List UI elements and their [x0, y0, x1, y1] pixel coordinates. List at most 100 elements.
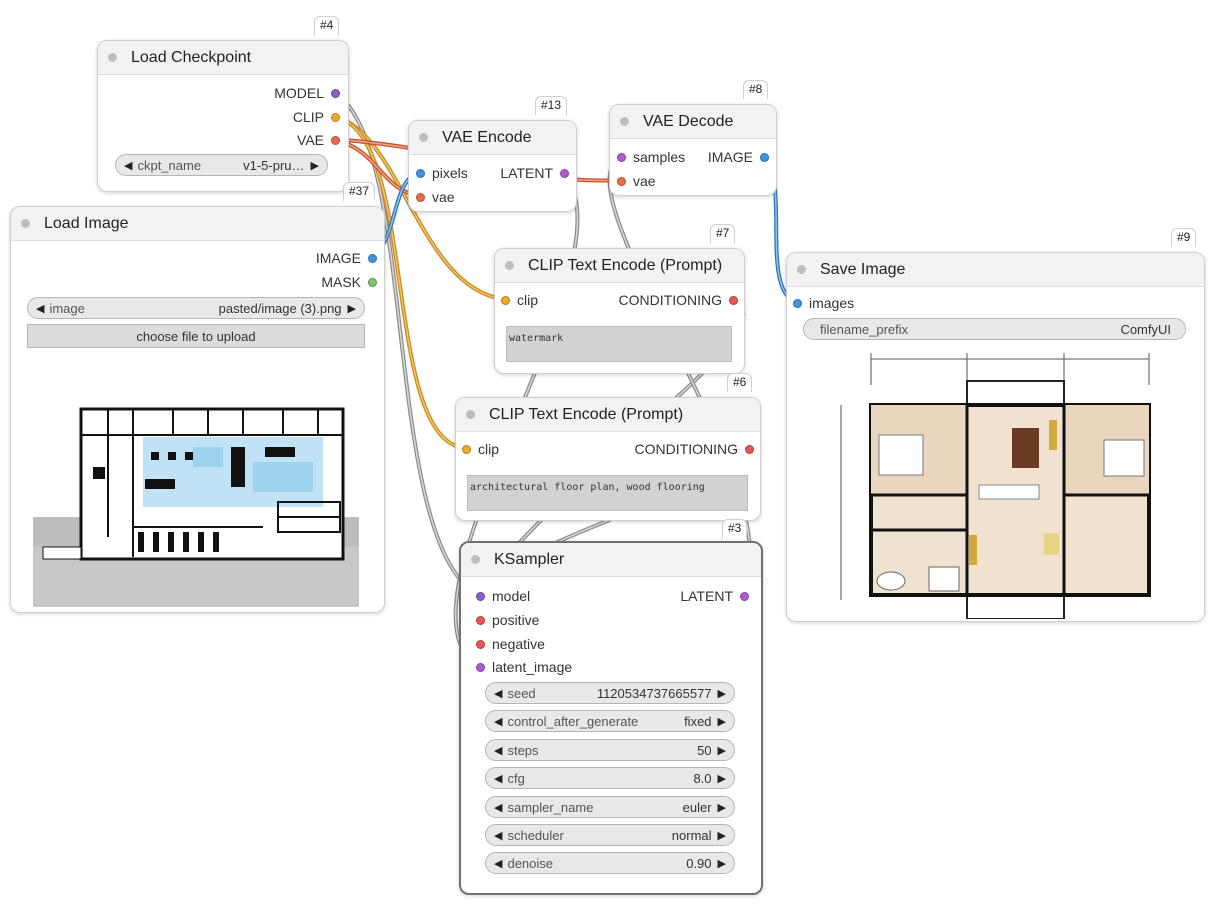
slot-label: positive	[492, 612, 540, 628]
image-slot-icon[interactable]	[368, 253, 377, 263]
slot-label: pixels	[432, 165, 468, 181]
input-latent-image[interactable]: latent_image	[476, 659, 572, 675]
increment-arrow-icon[interactable]: ▶	[718, 715, 726, 728]
image-slot-icon[interactable]	[760, 152, 769, 162]
decrement-arrow-icon[interactable]: ◀	[494, 687, 502, 700]
output-vae[interactable]: VAE	[297, 132, 340, 148]
input-images[interactable]: images	[793, 295, 854, 311]
image-combo[interactable]: ◀ image pasted/image (3).png ▶	[27, 297, 365, 319]
prompt-text-field[interactable]: watermark	[506, 326, 732, 362]
input-samples[interactable]: samples	[617, 149, 685, 165]
output-image[interactable]: IMAGE	[708, 149, 769, 165]
input-vae[interactable]: vae	[617, 173, 656, 189]
clip-slot-icon[interactable]	[462, 444, 471, 454]
collapse-dot-icon[interactable]	[108, 53, 117, 62]
output-latent[interactable]: LATENT	[500, 165, 569, 181]
collapse-dot-icon[interactable]	[797, 265, 806, 274]
model-slot-icon[interactable]	[476, 591, 485, 601]
scheduler-widget[interactable]: ◀ scheduler normal ▶	[485, 824, 735, 846]
increment-arrow-icon[interactable]: ▶	[311, 159, 319, 172]
collapse-dot-icon[interactable]	[620, 117, 629, 126]
seed-widget[interactable]: ◀ seed 1120534737665577 ▶	[485, 682, 735, 704]
latent-slot-icon[interactable]	[560, 168, 569, 178]
decrement-arrow-icon[interactable]: ◀	[494, 715, 502, 728]
control-after-generate-widget[interactable]: ◀ control_after_generate fixed ▶	[485, 710, 735, 732]
latent-slot-icon[interactable]	[617, 152, 626, 162]
node-header[interactable]: Save Image	[787, 253, 1204, 287]
latent-slot-icon[interactable]	[740, 591, 749, 601]
model-slot-icon[interactable]	[331, 88, 340, 98]
latent-slot-icon[interactable]	[476, 662, 485, 672]
decrement-arrow-icon[interactable]: ◀	[494, 829, 502, 842]
decrement-arrow-icon[interactable]: ◀	[494, 772, 502, 785]
node-header[interactable]: VAE Encode	[409, 121, 576, 155]
mask-slot-icon[interactable]	[368, 277, 377, 287]
prompt-text-field[interactable]: architectural floor plan, wood flooring	[467, 475, 748, 511]
conditioning-slot-icon[interactable]	[729, 295, 738, 305]
steps-widget[interactable]: ◀ steps 50 ▶	[485, 739, 735, 761]
save-image-node[interactable]: Save Image images filename_prefix ComfyU…	[786, 252, 1205, 622]
widget-name: steps	[507, 742, 539, 758]
increment-arrow-icon[interactable]: ▶	[718, 744, 726, 757]
increment-arrow-icon[interactable]: ▶	[718, 857, 726, 870]
ksampler-node[interactable]: KSampler model positive negative latent_…	[459, 541, 763, 895]
clip-text-encode-positive-node[interactable]: CLIP Text Encode (Prompt) clip CONDITION…	[455, 397, 761, 521]
output-image[interactable]: IMAGE	[316, 250, 377, 266]
increment-arrow-icon[interactable]: ▶	[718, 829, 726, 842]
output-conditioning[interactable]: CONDITIONING	[635, 441, 754, 457]
node-header[interactable]: CLIP Text Encode (Prompt)	[495, 249, 744, 283]
load-checkpoint-node[interactable]: Load Checkpoint MODEL CLIP VAE ◀ ckpt_na…	[97, 40, 349, 192]
decrement-arrow-icon[interactable]: ◀	[494, 744, 502, 757]
input-clip[interactable]: clip	[501, 292, 538, 308]
filename-prefix-field[interactable]: filename_prefix ComfyUI	[803, 318, 1186, 340]
node-header[interactable]: Load Checkpoint	[98, 41, 348, 75]
increment-arrow-icon[interactable]: ▶	[718, 772, 726, 785]
collapse-dot-icon[interactable]	[419, 133, 428, 142]
image-slot-icon[interactable]	[793, 298, 802, 308]
output-model[interactable]: MODEL	[274, 85, 340, 101]
vae-encode-node[interactable]: VAE Encode pixels vae LATENT	[408, 120, 577, 212]
clip-text-encode-negative-node[interactable]: CLIP Text Encode (Prompt) clip CONDITION…	[494, 248, 745, 374]
ckpt-name-combo[interactable]: ◀ ckpt_name v1-5-pru… ▶	[115, 154, 328, 176]
decrement-arrow-icon[interactable]: ◀	[36, 302, 44, 315]
sampler-name-widget[interactable]: ◀ sampler_name euler ▶	[485, 796, 735, 818]
clip-slot-icon[interactable]	[331, 112, 340, 122]
output-mask[interactable]: MASK	[321, 274, 377, 290]
conditioning-slot-icon[interactable]	[745, 444, 754, 454]
clip-slot-icon[interactable]	[501, 295, 510, 305]
input-negative[interactable]: negative	[476, 636, 545, 652]
increment-arrow-icon[interactable]: ▶	[718, 687, 726, 700]
vae-slot-icon[interactable]	[617, 176, 626, 186]
output-latent[interactable]: LATENT	[680, 588, 749, 604]
input-vae[interactable]: vae	[416, 189, 455, 205]
input-clip[interactable]: clip	[462, 441, 499, 457]
load-image-node[interactable]: Load Image IMAGE MASK ◀ image pasted/ima…	[10, 206, 385, 613]
node-header[interactable]: Load Image	[11, 207, 384, 241]
node-header[interactable]: CLIP Text Encode (Prompt)	[456, 398, 760, 432]
node-header[interactable]: VAE Decode	[610, 105, 776, 139]
input-pixels[interactable]: pixels	[416, 165, 468, 181]
upload-button[interactable]: choose file to upload	[27, 324, 365, 348]
node-header[interactable]: KSampler	[461, 543, 761, 577]
decrement-arrow-icon[interactable]: ◀	[494, 801, 502, 814]
conditioning-slot-icon[interactable]	[476, 639, 485, 649]
output-conditioning[interactable]: CONDITIONING	[619, 292, 738, 308]
input-positive[interactable]: positive	[476, 612, 539, 628]
collapse-dot-icon[interactable]	[21, 219, 30, 228]
vae-slot-icon[interactable]	[416, 192, 425, 202]
output-clip[interactable]: CLIP	[293, 109, 340, 125]
decrement-arrow-icon[interactable]: ◀	[124, 159, 132, 172]
collapse-dot-icon[interactable]	[466, 410, 475, 419]
cfg-widget[interactable]: ◀ cfg 8.0 ▶	[485, 767, 735, 789]
vae-decode-node[interactable]: VAE Decode samples vae IMAGE	[609, 104, 777, 196]
collapse-dot-icon[interactable]	[505, 261, 514, 270]
decrement-arrow-icon[interactable]: ◀	[494, 857, 502, 870]
vae-slot-icon[interactable]	[331, 135, 340, 145]
image-slot-icon[interactable]	[416, 168, 425, 178]
increment-arrow-icon[interactable]: ▶	[348, 302, 356, 315]
collapse-dot-icon[interactable]	[471, 555, 480, 564]
increment-arrow-icon[interactable]: ▶	[718, 801, 726, 814]
input-model[interactable]: model	[476, 588, 530, 604]
denoise-widget[interactable]: ◀ denoise 0.90 ▶	[485, 852, 735, 874]
conditioning-slot-icon[interactable]	[476, 615, 485, 625]
